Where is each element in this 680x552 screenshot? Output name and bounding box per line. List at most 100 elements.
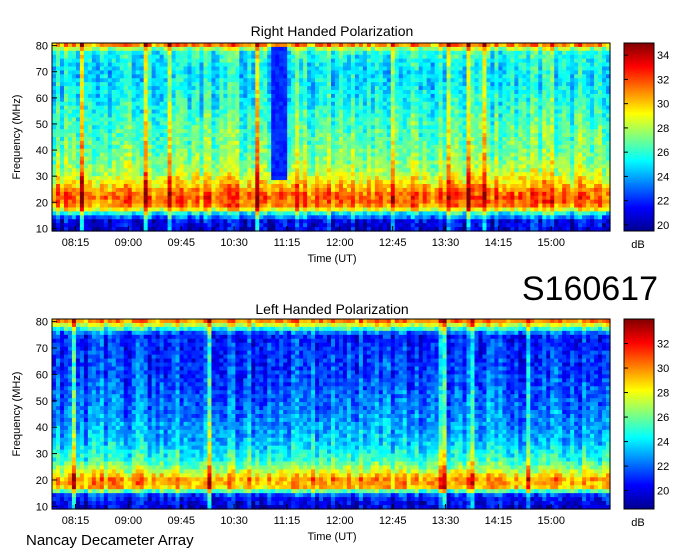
heatmap-cell [494,54,499,60]
heatmap-cell [450,78,456,83]
heatmap-cell [139,168,145,173]
heatmap-cell [490,113,496,119]
heatmap-cell [231,43,236,48]
heatmap-cell [159,50,165,56]
heatmap-cell [75,121,81,126]
heatmap-cell [235,86,240,91]
heatmap-cell [554,176,559,181]
heatmap-cell [147,160,153,166]
heatmap-cell [63,129,69,134]
heatmap-cell [546,160,551,166]
heatmap-cell [590,164,595,169]
heatmap-cell [319,129,324,134]
heatmap-cell [514,152,519,158]
heatmap-cell [570,176,575,181]
heatmap-cell [590,90,595,95]
heatmap-cell [554,152,559,158]
heatmap-cell [231,101,236,107]
heatmap-cell [470,101,476,107]
heatmap-cell [594,133,599,138]
heatmap-cell [446,62,452,68]
heatmap-cell [506,78,511,83]
heatmap-cell [446,78,452,83]
heatmap-cell [239,86,244,91]
heatmap-cell [175,109,181,115]
heatmap-cell [127,144,133,150]
heatmap-cell [227,70,232,75]
heatmap-cell [378,58,384,64]
heatmap-cell [55,176,61,181]
heatmap-cell [55,168,61,173]
heatmap-cell [79,164,85,169]
heatmap-cell [438,160,444,166]
heatmap-cell [167,62,173,68]
heatmap-cell [99,152,105,158]
heatmap-cell [291,93,296,99]
heatmap-cell [295,129,300,134]
heatmap-cell [546,82,551,87]
heatmap-cell [438,121,444,126]
heatmap-cell [526,148,531,154]
heatmap-cell [486,140,492,146]
heatmap-cell [378,125,384,130]
heatmap-cell [159,129,165,134]
heatmap-cell [502,156,507,162]
heatmap-cell [235,129,240,134]
heatmap-cell [490,82,496,87]
heatmap-cell [442,172,448,177]
heatmap-cell [195,46,201,52]
heatmap-cell [139,58,145,64]
heatmap-cell [191,82,197,87]
heatmap-cell [362,97,368,103]
heatmap-cell [526,164,531,169]
heatmap-cell [438,97,444,103]
heatmap-cell [354,86,360,91]
heatmap-cell [458,74,464,79]
heatmap-cell [462,101,468,107]
heatmap-cell [139,97,145,103]
heatmap-cell [506,176,511,181]
heatmap-cell [195,129,201,134]
heatmap-cell [338,144,344,150]
heatmap-cell [167,176,173,181]
heatmap-cell [259,54,264,60]
heatmap-cell [87,129,93,134]
heatmap-cell [454,144,460,150]
heatmap-cell [342,168,348,173]
heatmap-cell [406,62,412,68]
heatmap-cell [123,144,129,150]
heatmap-cell [502,90,507,95]
heatmap-cell [163,160,169,166]
heatmap-cell [370,133,376,138]
heatmap-cell [139,129,145,134]
heatmap-cell [442,152,448,158]
heatmap-cell [227,144,232,150]
heatmap-cell [406,86,412,91]
heatmap-cell [275,160,280,166]
heatmap-cell [410,180,416,185]
heatmap-cell [574,101,579,107]
heatmap-cell [410,86,416,91]
heatmap-cell [63,133,69,138]
heatmap-cell [211,152,217,158]
heatmap-cell [167,137,173,142]
heatmap-cell [502,66,507,72]
heatmap-cell [486,74,492,79]
heatmap-cell [179,117,185,122]
heatmap-cell [91,152,97,158]
heatmap-cell [95,90,101,95]
heatmap-cell [99,74,105,79]
heatmap-cell [151,46,157,52]
heatmap-cell [390,78,396,83]
heatmap-cell [155,101,161,107]
heatmap-cell [586,93,591,99]
heatmap-cell [386,160,392,166]
heatmap-cell [235,137,240,142]
heatmap-cell [430,137,436,142]
heatmap-cell [454,54,460,60]
heatmap-cell [534,54,539,60]
heatmap-cell [454,117,460,122]
heatmap-cell [243,54,248,60]
heatmap-cell [394,160,400,166]
heatmap-cell [502,164,507,169]
